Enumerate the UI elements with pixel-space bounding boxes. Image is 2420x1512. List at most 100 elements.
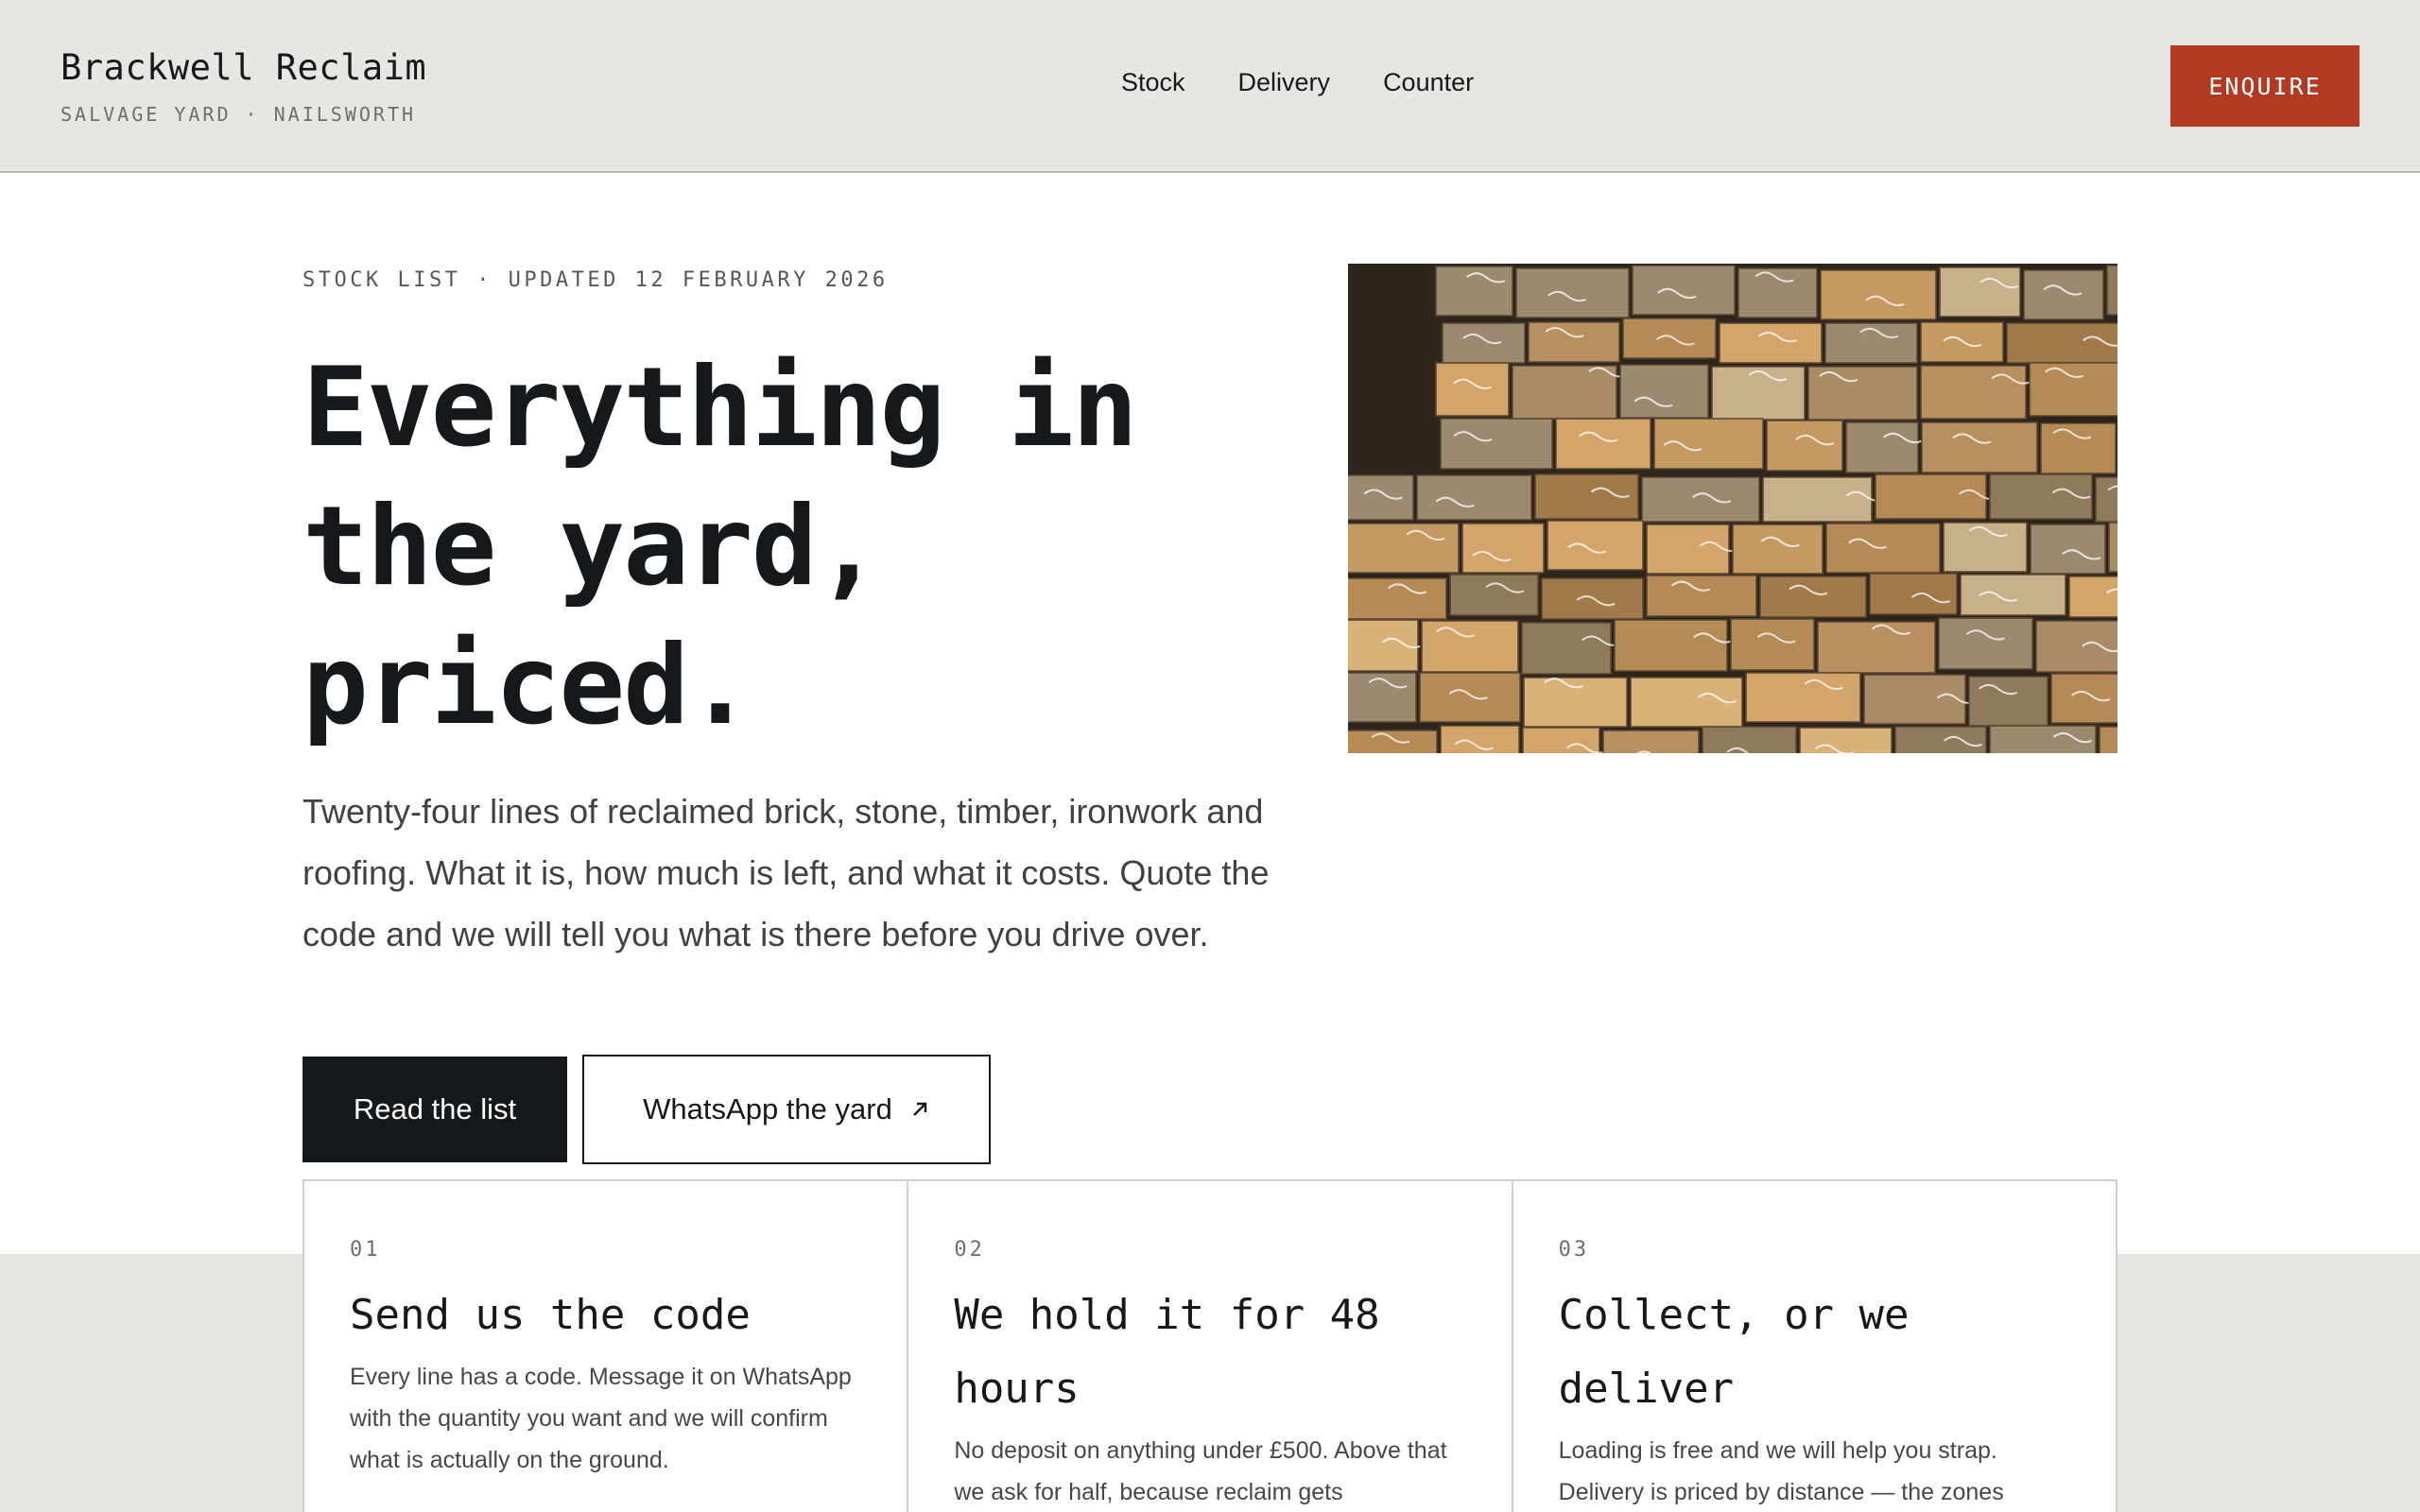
timber-end — [1920, 321, 2004, 363]
timber-end — [1737, 267, 1818, 318]
timber-end — [1921, 421, 2038, 473]
timber-end — [1442, 322, 1526, 364]
timber-end — [1938, 617, 2033, 670]
timber-end — [1632, 265, 1736, 316]
whatsapp-button-label: WhatsApp the yard — [643, 1092, 892, 1125]
timber-end — [1653, 418, 1764, 470]
timber-end — [1521, 622, 1612, 675]
timber-end — [1943, 522, 2028, 573]
timber-end — [1646, 575, 1757, 617]
timber-end — [1515, 267, 1630, 318]
timber-end — [1869, 573, 1958, 615]
timber-end — [1820, 269, 1937, 320]
step-body: Loading is free and we will help you str… — [1558, 1437, 2004, 1505]
brand-tagline: SALVAGE YARD · NAILSWORTH — [60, 103, 417, 126]
main-nav: Stock Delivery Counter — [1121, 68, 1474, 97]
timber-end — [2068, 576, 2118, 618]
timber-end — [1348, 523, 1460, 574]
timber-end — [1863, 674, 1966, 725]
timber-end — [1702, 726, 1797, 753]
timber-end — [1440, 418, 1553, 470]
timber-end — [1646, 524, 1730, 575]
timber-end — [1762, 476, 1873, 523]
timber-end — [1528, 321, 1620, 363]
nav-link-counter[interactable]: Counter — [1383, 68, 1474, 97]
timber-end — [1419, 672, 1521, 723]
timber-end — [1619, 364, 1709, 419]
timber-end — [1602, 730, 1700, 753]
enquire-button[interactable]: ENQUIRE — [2170, 45, 2360, 127]
timber-end — [1807, 366, 1918, 421]
timber-end — [1845, 421, 1919, 473]
timber-end — [1348, 672, 1417, 723]
nav-link-delivery[interactable]: Delivery — [1238, 68, 1331, 97]
step-card: 02 We hold it for 48 hours No deposit on… — [908, 1181, 1513, 1512]
timber-end — [1614, 619, 1728, 672]
timber-end — [1622, 318, 1717, 359]
timber-end — [2006, 322, 2118, 364]
timber-end — [1461, 523, 1545, 574]
timber-end — [1968, 676, 2048, 727]
timber-end — [1555, 418, 1651, 470]
timber-end — [2099, 726, 2118, 753]
timber-end — [1348, 730, 1438, 753]
timber-end — [2040, 422, 2117, 474]
read-the-list-button[interactable]: Read the list — [302, 1057, 567, 1162]
timber-end — [1960, 574, 2066, 616]
timber-end — [1732, 524, 1824, 575]
hero-headline: Everything in the yard, priced. — [302, 344, 1138, 749]
timber-end — [2095, 476, 2118, 523]
timber-end — [1523, 677, 1628, 728]
timber-end — [1512, 365, 1617, 420]
timber-stack-illustration — [1348, 264, 2118, 753]
timber-end — [1449, 574, 1539, 616]
stock-list-eyebrow: STOCK LIST · UPDATED 12 FEBRUARY 2026 — [302, 268, 889, 292]
step-number: 03 — [1558, 1238, 1590, 1262]
brand[interactable]: Brackwell Reclaim SALVAGE YARD · NAILSWO… — [60, 47, 426, 126]
timber-end — [1416, 474, 1532, 521]
timber-end — [1421, 620, 1519, 673]
timber-end — [1989, 725, 2097, 753]
timber-end — [1799, 727, 1893, 753]
hero-lead: Twenty-four lines of reclaimed brick, st… — [302, 792, 1270, 954]
step-title: Collect, or we deliver — [1558, 1291, 1910, 1413]
whatsapp-button[interactable]: WhatsApp the yard — [582, 1055, 991, 1164]
step-title: Send us the code — [350, 1291, 751, 1339]
read-the-list-label: Read the list — [353, 1092, 517, 1125]
step-card: 01 Send us the code Every line has a cod… — [304, 1181, 909, 1512]
timber-end — [1759, 576, 1867, 618]
step-card: 03 Collect, or we deliver Loading is fre… — [1513, 1181, 2116, 1512]
timber-end — [1875, 473, 1987, 520]
timber-end — [1440, 725, 1520, 753]
timber-end — [1547, 520, 1644, 571]
timber-end — [1894, 726, 1987, 753]
steps-cards: 01 Send us the code Every line has a cod… — [302, 1179, 2118, 1512]
timber-end — [1641, 476, 1760, 523]
timber-end — [1730, 618, 1815, 671]
timber-end — [2029, 362, 2118, 417]
timber-end — [1939, 266, 2021, 318]
step-number: 01 — [350, 1238, 381, 1262]
step-body: Every line has a code. Message it on Wha… — [350, 1364, 852, 1473]
timber-end — [1711, 366, 1806, 421]
timber-end — [1745, 672, 1861, 723]
nav-link-stock[interactable]: Stock — [1121, 68, 1185, 97]
timber-end — [2035, 620, 2118, 673]
site-header: Brackwell Reclaim SALVAGE YARD · NAILSWO… — [0, 0, 2420, 173]
timber-end — [2050, 673, 2118, 724]
timber-end — [1817, 621, 1936, 674]
timber-stack-photo — [1348, 264, 2118, 753]
timber-end — [2030, 524, 2106, 575]
step-body: No deposit on anything under £500. Above… — [954, 1437, 1447, 1505]
timber-end — [1719, 322, 1823, 364]
timber-end — [1348, 474, 1414, 521]
step-number: 02 — [954, 1238, 985, 1262]
timber-end — [1766, 420, 1843, 472]
timber-end — [2023, 269, 2104, 320]
timber-end — [1920, 365, 2027, 420]
arrow-up-right-icon — [912, 1102, 927, 1116]
step-title: We hold it for 48 hours — [954, 1291, 1380, 1413]
brand-name: Brackwell Reclaim — [60, 47, 427, 88]
timber-end — [2106, 265, 2118, 316]
timber-end — [1435, 362, 1510, 417]
